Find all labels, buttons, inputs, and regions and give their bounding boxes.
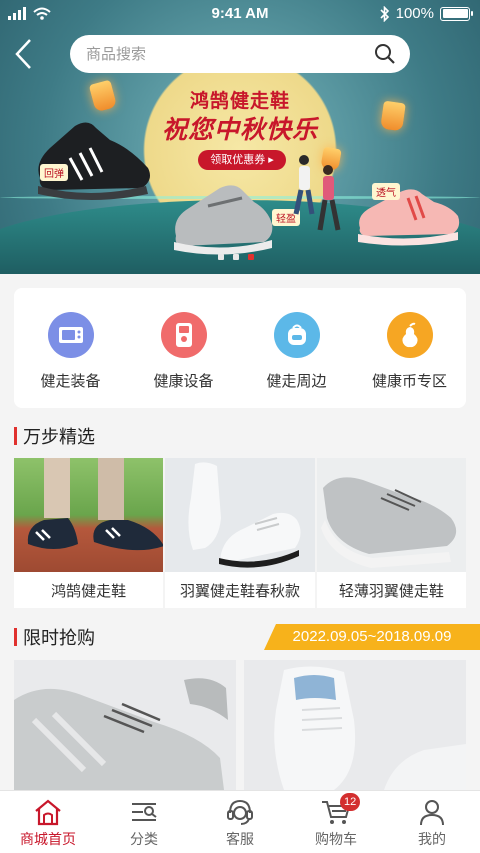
category-label: 健康币专区	[371, 373, 447, 390]
headset-icon	[227, 799, 253, 825]
grey-shoe-image	[174, 185, 273, 255]
microwave-icon	[47, 312, 94, 358]
product-card[interactable]: 鸿鹄健走鞋	[14, 458, 164, 608]
product-name: 羽翼健走鞋春秋款	[179, 582, 300, 600]
section-accent-bar	[14, 427, 17, 445]
category-accessories[interactable]: 健走周边	[240, 288, 353, 408]
home-icon	[35, 799, 61, 826]
category-label: 健康设备	[153, 373, 214, 390]
tab-label: 购物车	[315, 831, 357, 847]
category-label: 健走周边	[266, 373, 327, 390]
category-gear[interactable]: 健走装备	[14, 288, 127, 408]
flash-date-badge: 2022.09.05~2018.09.09	[264, 624, 480, 650]
lantern-right	[380, 100, 406, 132]
battery-icon	[440, 6, 473, 21]
tab-label: 商城首页	[20, 831, 76, 847]
battery-percent: 100%	[395, 5, 434, 22]
section-title: 万步精选	[23, 427, 95, 447]
search-icon[interactable]	[374, 43, 396, 65]
cart-badge: 12	[340, 793, 361, 811]
flash-sale-products	[14, 660, 466, 790]
carousel-indicator	[218, 254, 254, 260]
tab-profile[interactable]: 我的	[384, 791, 480, 853]
tab-service[interactable]: 客服	[192, 791, 288, 853]
flash-product-image-grey	[14, 678, 228, 790]
carousel-dot[interactable]	[218, 254, 224, 260]
category-label: 健走装备	[40, 373, 101, 390]
runners-figure	[293, 155, 341, 231]
featured-products: 鸿鹄健走鞋 羽翼健走鞋春秋款 轻薄羽翼健走鞋	[14, 458, 466, 608]
flash-product-image-white	[274, 666, 466, 790]
section-title: 限时抢购	[23, 628, 95, 648]
product-name: 轻薄羽翼健走鞋	[338, 582, 444, 600]
tab-label: 分类	[130, 831, 158, 847]
carousel-dot[interactable]	[233, 254, 239, 260]
back-arrow-icon[interactable]	[12, 36, 36, 72]
tab-home[interactable]: 商城首页	[0, 791, 96, 853]
bluetooth-icon	[380, 5, 389, 22]
status-bar: 9:41 AM 100%	[0, 0, 480, 28]
tab-category[interactable]: 分类	[96, 791, 192, 853]
section-header-flash: 限时抢购	[14, 625, 95, 649]
backpack-icon	[273, 312, 320, 358]
banner-tag-breathable: 透气	[372, 183, 400, 200]
section-header-wanbu: 万步精选	[14, 424, 95, 448]
bottom-tab-bar: 商城首页 分类 客服 12 购物车 我的	[0, 790, 480, 853]
flash-product-card[interactable]	[244, 660, 466, 790]
banner-slogan: 祝您中秋快乐	[161, 115, 318, 144]
pink-shoe-image	[358, 189, 460, 246]
coupon-button[interactable]: 领取优惠券 ▸	[198, 150, 286, 170]
tab-cart[interactable]: 12 购物车	[288, 791, 384, 853]
category-health-device[interactable]: 健康设备	[127, 288, 240, 408]
category-card: 健走装备 健康设备 健走周边 健康币专区	[14, 288, 466, 408]
tab-label: 客服	[226, 831, 254, 847]
category-health-coin[interactable]: 健康币专区	[353, 288, 466, 408]
pear-icon	[386, 312, 433, 358]
carousel-dot-active[interactable]	[248, 254, 254, 260]
banner-tag-rebound: 回弹	[40, 164, 68, 181]
category-icon	[132, 803, 157, 821]
flash-product-card[interactable]	[14, 660, 236, 790]
status-right: 100%	[380, 5, 473, 22]
product-image-black-shoe	[14, 458, 164, 572]
banner-title: 鸿鹄健走鞋	[189, 91, 290, 112]
product-image-white-shoe	[165, 458, 315, 572]
product-image-grey-shoe	[316, 458, 466, 572]
product-name: 鸿鹄健走鞋	[51, 582, 127, 600]
tab-label: 我的	[418, 831, 446, 847]
product-card[interactable]: 轻薄羽翼健走鞋	[316, 458, 466, 608]
user-icon	[420, 800, 444, 826]
glucose-meter-icon	[160, 312, 207, 358]
product-card[interactable]: 羽翼健走鞋春秋款	[165, 458, 315, 608]
section-accent-bar	[14, 628, 17, 646]
search-input[interactable]	[70, 35, 410, 73]
